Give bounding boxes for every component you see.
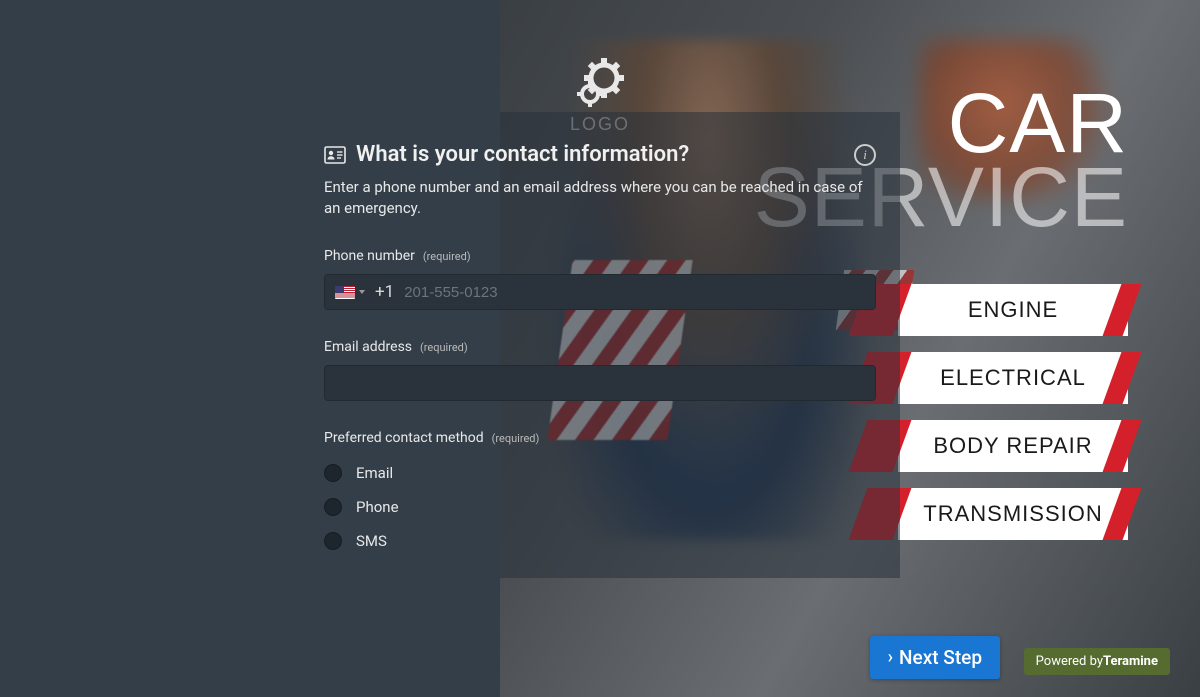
required-tag: (required) [423, 250, 471, 263]
radio-icon [324, 532, 342, 550]
tile-transmission: TRANSMISSION [898, 488, 1128, 540]
form-heading: What is your contact information? [324, 142, 689, 167]
tile-label: BODY REPAIR [933, 433, 1092, 459]
chevron-down-icon [359, 290, 365, 294]
radio-option-phone[interactable]: Phone [324, 494, 876, 520]
next-step-label: Next Step [899, 646, 982, 669]
powered-by-link[interactable]: Powered byTeramine [1024, 648, 1170, 675]
email-input-wrap[interactable] [324, 365, 876, 401]
form-subheading: Enter a phone number and an email addres… [324, 177, 864, 219]
radio-option-email[interactable]: Email [324, 460, 876, 486]
phone-field: Phone number (required) +1 [324, 245, 876, 310]
service-tiles: ENGINE ELECTRICAL BODY REPAIR TRANSMISSI… [898, 284, 1128, 556]
form-heading-text: What is your contact information? [356, 142, 689, 167]
email-label: Email address [324, 339, 412, 355]
dial-code: +1 [375, 282, 394, 302]
email-input[interactable] [335, 375, 865, 392]
tile-body-repair: BODY REPAIR [898, 420, 1128, 472]
tile-label: ELECTRICAL [940, 365, 1086, 391]
tile-engine: ENGINE [898, 284, 1128, 336]
radio-icon [324, 498, 342, 516]
country-selector[interactable] [335, 286, 365, 299]
us-flag-icon [335, 286, 355, 299]
radio-label: SMS [356, 532, 387, 550]
next-step-button[interactable]: › Next Step [870, 636, 1000, 679]
gear-icon [574, 58, 626, 110]
required-tag: (required) [420, 341, 468, 354]
phone-input[interactable] [404, 284, 865, 301]
powered-brand: Teramine [1103, 654, 1158, 669]
contact-method-field: Preferred contact method (required) Emai… [324, 427, 876, 554]
logo-text: LOGO [560, 114, 640, 135]
tile-label: ENGINE [968, 297, 1058, 323]
contact-method-label: Preferred contact method [324, 430, 484, 446]
radio-option-sms[interactable]: SMS [324, 528, 876, 554]
powered-prefix: Powered by [1036, 654, 1103, 669]
radio-label: Email [356, 464, 393, 482]
info-button[interactable]: i [854, 144, 876, 166]
tile-label: TRANSMISSION [923, 501, 1102, 527]
tile-electrical: ELECTRICAL [898, 352, 1128, 404]
phone-label: Phone number [324, 248, 415, 264]
phone-input-wrap[interactable]: +1 [324, 274, 876, 310]
required-tag: (required) [492, 432, 540, 445]
contact-form: What is your contact information? i Ente… [324, 142, 876, 554]
email-field: Email address (required) [324, 336, 876, 401]
chevron-right-icon: › [888, 649, 893, 667]
radio-icon [324, 464, 342, 482]
contact-card-icon [324, 146, 346, 164]
radio-label: Phone [356, 498, 399, 516]
logo: LOGO [560, 58, 640, 135]
